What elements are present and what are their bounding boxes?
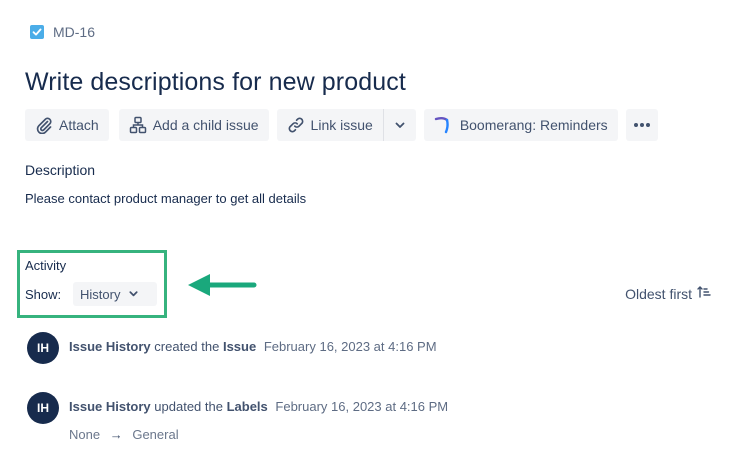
description-heading: Description xyxy=(25,162,96,178)
boomerang-reminders-label: Boomerang: Reminders xyxy=(459,117,608,133)
sort-order-label: Oldest first xyxy=(625,285,692,302)
link-issue-dropdown-button[interactable] xyxy=(383,109,416,141)
paperclip-icon xyxy=(35,116,53,134)
boomerang-icon xyxy=(434,116,454,134)
history-actor[interactable]: Issue History xyxy=(69,399,151,414)
more-actions-button[interactable] xyxy=(625,109,658,141)
avatar[interactable]: IH xyxy=(27,392,59,424)
history-object: Issue xyxy=(222,339,257,354)
chevron-down-icon xyxy=(128,287,139,302)
history-entry: IH Issue History updated the Labels Febr… xyxy=(27,392,448,442)
checkbox-icon xyxy=(30,25,44,39)
issue-toolbar: Attach Add a child issue Link issue Boom… xyxy=(25,109,658,141)
change-to-value: General xyxy=(132,427,179,442)
issue-key-label: MD-16 xyxy=(53,24,96,40)
link-icon xyxy=(287,116,305,134)
chevron-down-icon xyxy=(394,119,406,131)
add-child-issue-button[interactable]: Add a child issue xyxy=(118,109,269,141)
show-label: Show: xyxy=(25,287,62,302)
attach-label: Attach xyxy=(59,117,99,133)
change-arrow: → xyxy=(109,427,123,442)
history-entry: IH Issue History created the Issue Febru… xyxy=(27,332,437,364)
history-verb: updated the xyxy=(154,399,223,414)
link-issue-label: Link issue xyxy=(310,117,373,133)
sort-ascending-icon xyxy=(697,285,711,302)
change-from-value: None xyxy=(69,427,101,442)
activity-heading: Activity xyxy=(25,258,67,273)
attach-button[interactable]: Attach xyxy=(25,109,109,141)
history-actor[interactable]: Issue History xyxy=(69,339,151,354)
link-issue-button[interactable]: Link issue xyxy=(276,109,383,141)
activity-filter-value: History xyxy=(80,286,121,302)
more-icon xyxy=(633,122,651,128)
boomerang-reminders-button[interactable]: Boomerang: Reminders xyxy=(423,109,618,141)
history-timestamp: February 16, 2023 at 4:16 PM xyxy=(275,399,449,414)
add-child-issue-label: Add a child issue xyxy=(152,117,259,133)
issue-key[interactable]: MD-16 xyxy=(30,24,95,40)
history-verb: created the xyxy=(154,339,220,354)
history-object: Labels xyxy=(226,399,268,414)
sort-order-button[interactable]: Oldest first xyxy=(625,285,711,302)
activity-filter-select[interactable]: History xyxy=(73,282,157,306)
history-change: None → General xyxy=(69,427,448,442)
issue-title[interactable]: Write descriptions for new product xyxy=(25,68,406,97)
history-timestamp: February 16, 2023 at 4:16 PM xyxy=(263,339,437,354)
hierarchy-icon xyxy=(129,116,147,134)
annotation-arrow xyxy=(188,274,257,296)
description-text[interactable]: Please contact product manager to get al… xyxy=(25,191,306,206)
avatar[interactable]: IH xyxy=(27,332,59,364)
